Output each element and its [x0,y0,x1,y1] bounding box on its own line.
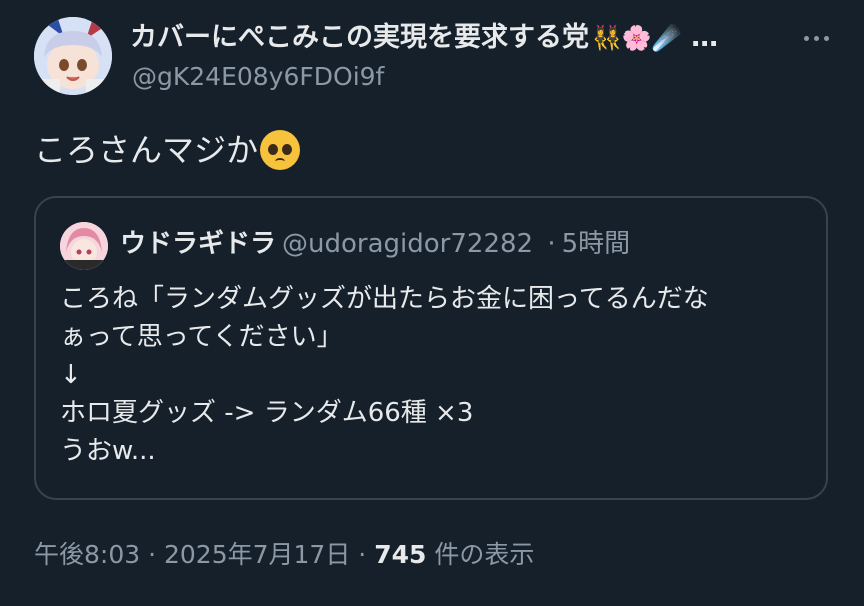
footer-separator: · [358,540,367,569]
post-date[interactable]: 2025年7月17日 [164,540,350,569]
author-handle[interactable]: @gK24E08y6FDOi9f [132,60,384,94]
author-display-name[interactable]: カバーにぺこみこの実現を要求する党 👯‍♀️🌸☄️ … [130,18,790,58]
quote-tweet-card[interactable]: ウドラギドラ @udoragidor72282 · 5時間 ころね「ランダムグッズが… [34,196,828,500]
author-name-text: カバーにぺこみこの実現を要求する党 [130,22,589,53]
quote-line: うおw... [60,436,156,466]
quote-line: ぁって思ってください」 [60,322,343,352]
pleading-face-icon [260,130,301,170]
quote-author-name[interactable]: ウドラギドラ [120,229,276,259]
quote-header: ウドラギドラ @udoragidor72282 · 5時間 [120,224,630,264]
name-emojis: 👯‍♀️🌸☄️ [592,24,682,52]
tweet-text-content: ころさんマジか [34,131,259,169]
quote-line: ころね「ランダムグッズが出たらお金に困ってるんだな [60,284,709,314]
quote-separator: · [547,229,556,259]
views-label: 件の表示 [434,540,535,569]
quote-line: ↓ [60,360,82,390]
footer-separator: · [148,540,157,569]
author-avatar[interactable] [34,17,112,95]
more-options-icon[interactable] [798,20,834,56]
quote-author-avatar[interactable] [60,222,108,270]
post-time[interactable]: 午後8:03 [34,540,140,569]
quote-body: ころね「ランダムグッズが出たらお金に困ってるんだな ぁって思ってください」 ↓ … [60,280,820,470]
name-ellipsis: … [691,22,719,53]
tweet-text: ころさんマジか [34,128,301,172]
tweet-footer: 午後8:03 · 2025年7月17日 · 745 件の表示 [34,536,534,574]
views-count[interactable]: 745 [374,540,426,569]
quote-author-handle[interactable]: @udoragidor72282 [282,229,533,259]
quote-line: ホロ夏グッズ -> ランダム66種 ×3 [60,398,474,428]
quote-time[interactable]: 5時間 [562,229,631,259]
